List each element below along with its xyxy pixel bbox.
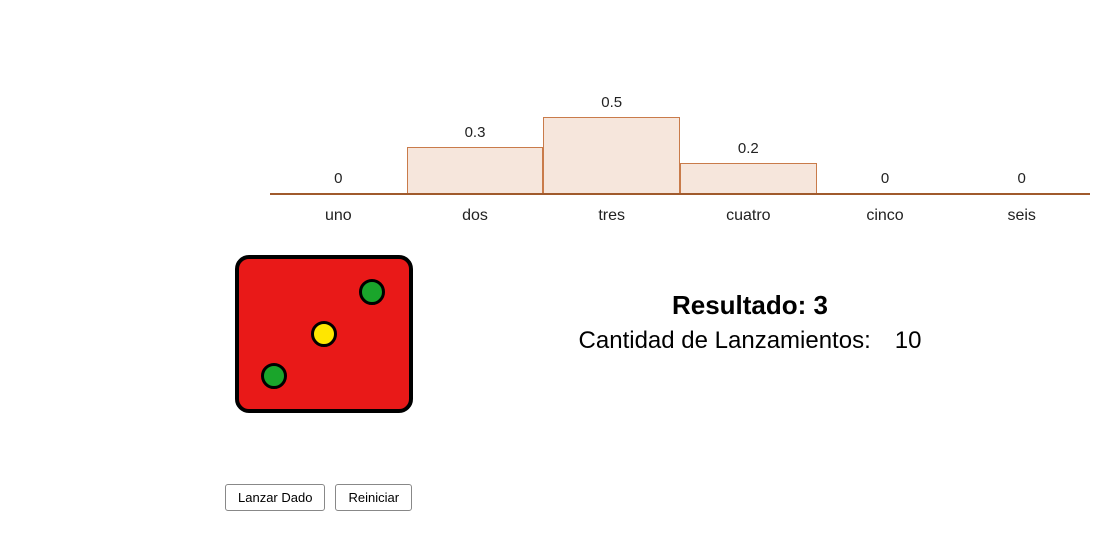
bar-cuatro: 0.2 <box>680 85 817 195</box>
category-label: cinco <box>817 195 954 225</box>
result-value: 3 <box>814 290 828 320</box>
count-label: Cantidad de Lanzamientos: <box>579 327 871 354</box>
result-line: Resultado: 3 <box>500 290 1000 321</box>
die-graphic <box>235 255 413 413</box>
bar-value-label: 0.2 <box>680 140 817 157</box>
result-block: Resultado: 3 Cantidad de Lanzamientos: 10 <box>500 290 1000 355</box>
bar-value-label: 0 <box>270 170 407 187</box>
category-label: uno <box>270 195 407 225</box>
result-label: Resultado: <box>672 290 806 320</box>
button-row: Lanzar Dado Reiniciar <box>225 484 412 511</box>
bar-container: 0 0.3 0.5 0.2 0 0 <box>270 85 1090 195</box>
bar-value-label: 0.5 <box>543 94 680 111</box>
bar-value-label: 0.3 <box>407 124 544 141</box>
bar-rect <box>543 117 680 195</box>
reset-button[interactable]: Reiniciar <box>335 484 412 511</box>
category-label: cuatro <box>680 195 817 225</box>
bar-rect <box>680 163 817 195</box>
count-line: Cantidad de Lanzamientos: 10 <box>500 327 1000 355</box>
die-pip-icon <box>311 321 337 347</box>
bar-rect <box>407 147 544 195</box>
count-value: 10 <box>895 327 922 354</box>
bar-value-label: 0 <box>817 170 954 187</box>
stage: 0 0.3 0.5 0.2 0 0 uno dos <box>0 0 1100 558</box>
category-labels: uno dos tres cuatro cinco seis <box>270 195 1090 225</box>
category-label: dos <box>407 195 544 225</box>
frequency-bar-chart: 0 0.3 0.5 0.2 0 0 uno dos <box>270 85 1090 195</box>
bar-dos: 0.3 <box>407 85 544 195</box>
category-label: seis <box>953 195 1090 225</box>
bar-seis: 0 <box>953 85 1090 195</box>
die-pip-icon <box>359 279 385 305</box>
category-label: tres <box>543 195 680 225</box>
bar-value-label: 0 <box>953 170 1090 187</box>
bar-uno: 0 <box>270 85 407 195</box>
throw-die-button[interactable]: Lanzar Dado <box>225 484 325 511</box>
die-pip-icon <box>261 363 287 389</box>
die-face <box>235 255 413 413</box>
bar-cinco: 0 <box>817 85 954 195</box>
bar-tres: 0.5 <box>543 85 680 195</box>
